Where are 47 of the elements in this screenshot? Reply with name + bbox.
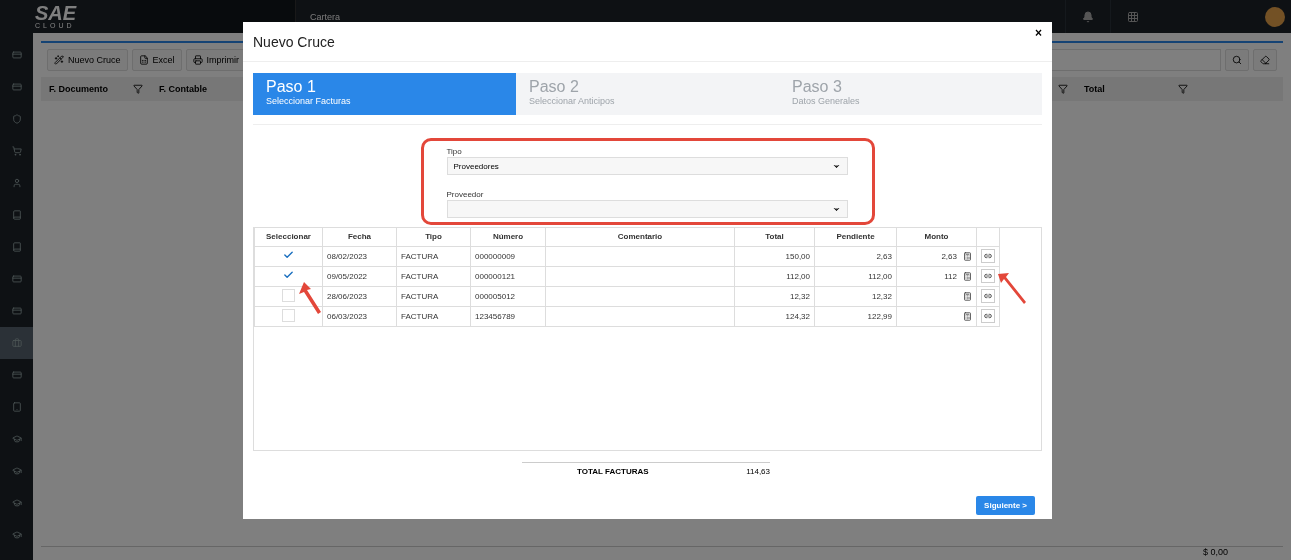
total-label: TOTAL FACTURAS bbox=[577, 467, 649, 476]
close-button[interactable]: × bbox=[1035, 26, 1042, 40]
table-cell: 124,32 bbox=[734, 306, 815, 326]
column-header: Seleccionar bbox=[254, 228, 323, 246]
table-cell: 112,00 bbox=[734, 266, 815, 286]
table-cell: 06/03/2023 bbox=[322, 306, 397, 326]
table-cell: FACTURA bbox=[396, 306, 471, 326]
column-header: Comentario bbox=[545, 228, 735, 246]
column-header: Pendiente bbox=[814, 228, 897, 246]
column-header: F. Documento bbox=[49, 84, 108, 94]
field-label: Tipo bbox=[446, 147, 463, 156]
column-header: Total bbox=[734, 228, 815, 246]
table-cell: 08/02/2023 bbox=[322, 246, 397, 266]
dialog-title: Nuevo Cruce bbox=[253, 33, 335, 50]
table-cell: 12,32 bbox=[814, 286, 897, 306]
table-cell: 000000121 bbox=[470, 266, 546, 286]
column-header: Fecha bbox=[322, 228, 397, 246]
table-cell: 000000009 bbox=[470, 246, 546, 266]
toolbar-button[interactable]: Nuevo Cruce bbox=[47, 49, 128, 71]
amount-value: 112 bbox=[944, 271, 957, 281]
type-select[interactable]: Proveedores bbox=[446, 157, 848, 175]
table-cell: FACTURA bbox=[396, 266, 471, 286]
column-header: Número bbox=[470, 228, 546, 246]
table-cell: 12,32 bbox=[734, 286, 815, 306]
table-cell: 2,63 bbox=[814, 246, 897, 266]
next-button[interactable]: Siguiente > bbox=[976, 496, 1035, 515]
table-cell: 123456789 bbox=[470, 306, 546, 326]
table-cell: 122,99 bbox=[814, 306, 897, 326]
table-cell: 000005012 bbox=[470, 286, 546, 306]
table-cell: 09/05/2022 bbox=[322, 266, 397, 286]
table-cell: 150,00 bbox=[734, 246, 815, 266]
step-tab[interactable]: Paso 1 Seleccionar Facturas bbox=[253, 73, 516, 115]
table-cell: FACTURA bbox=[396, 246, 471, 266]
amount-value: 2,63 bbox=[941, 251, 957, 261]
column-header: F. Contable bbox=[159, 84, 207, 94]
toolbar-button[interactable]: Excel bbox=[131, 49, 182, 71]
column-header: Monto bbox=[896, 228, 977, 246]
table-cell: 112,00 bbox=[814, 266, 897, 286]
column-header: Tipo bbox=[396, 228, 471, 246]
table-cell: 28/06/2023 bbox=[322, 286, 397, 306]
field-label: Proveedor bbox=[446, 190, 485, 199]
column-header: Total bbox=[1084, 84, 1105, 94]
table-cell: FACTURA bbox=[396, 286, 471, 306]
total-value: 114,63 bbox=[746, 467, 770, 476]
footer-total: $ 0,00 bbox=[1202, 547, 1228, 559]
logo: SAE bbox=[35, 3, 78, 22]
module-label: Cartera bbox=[310, 11, 341, 22]
